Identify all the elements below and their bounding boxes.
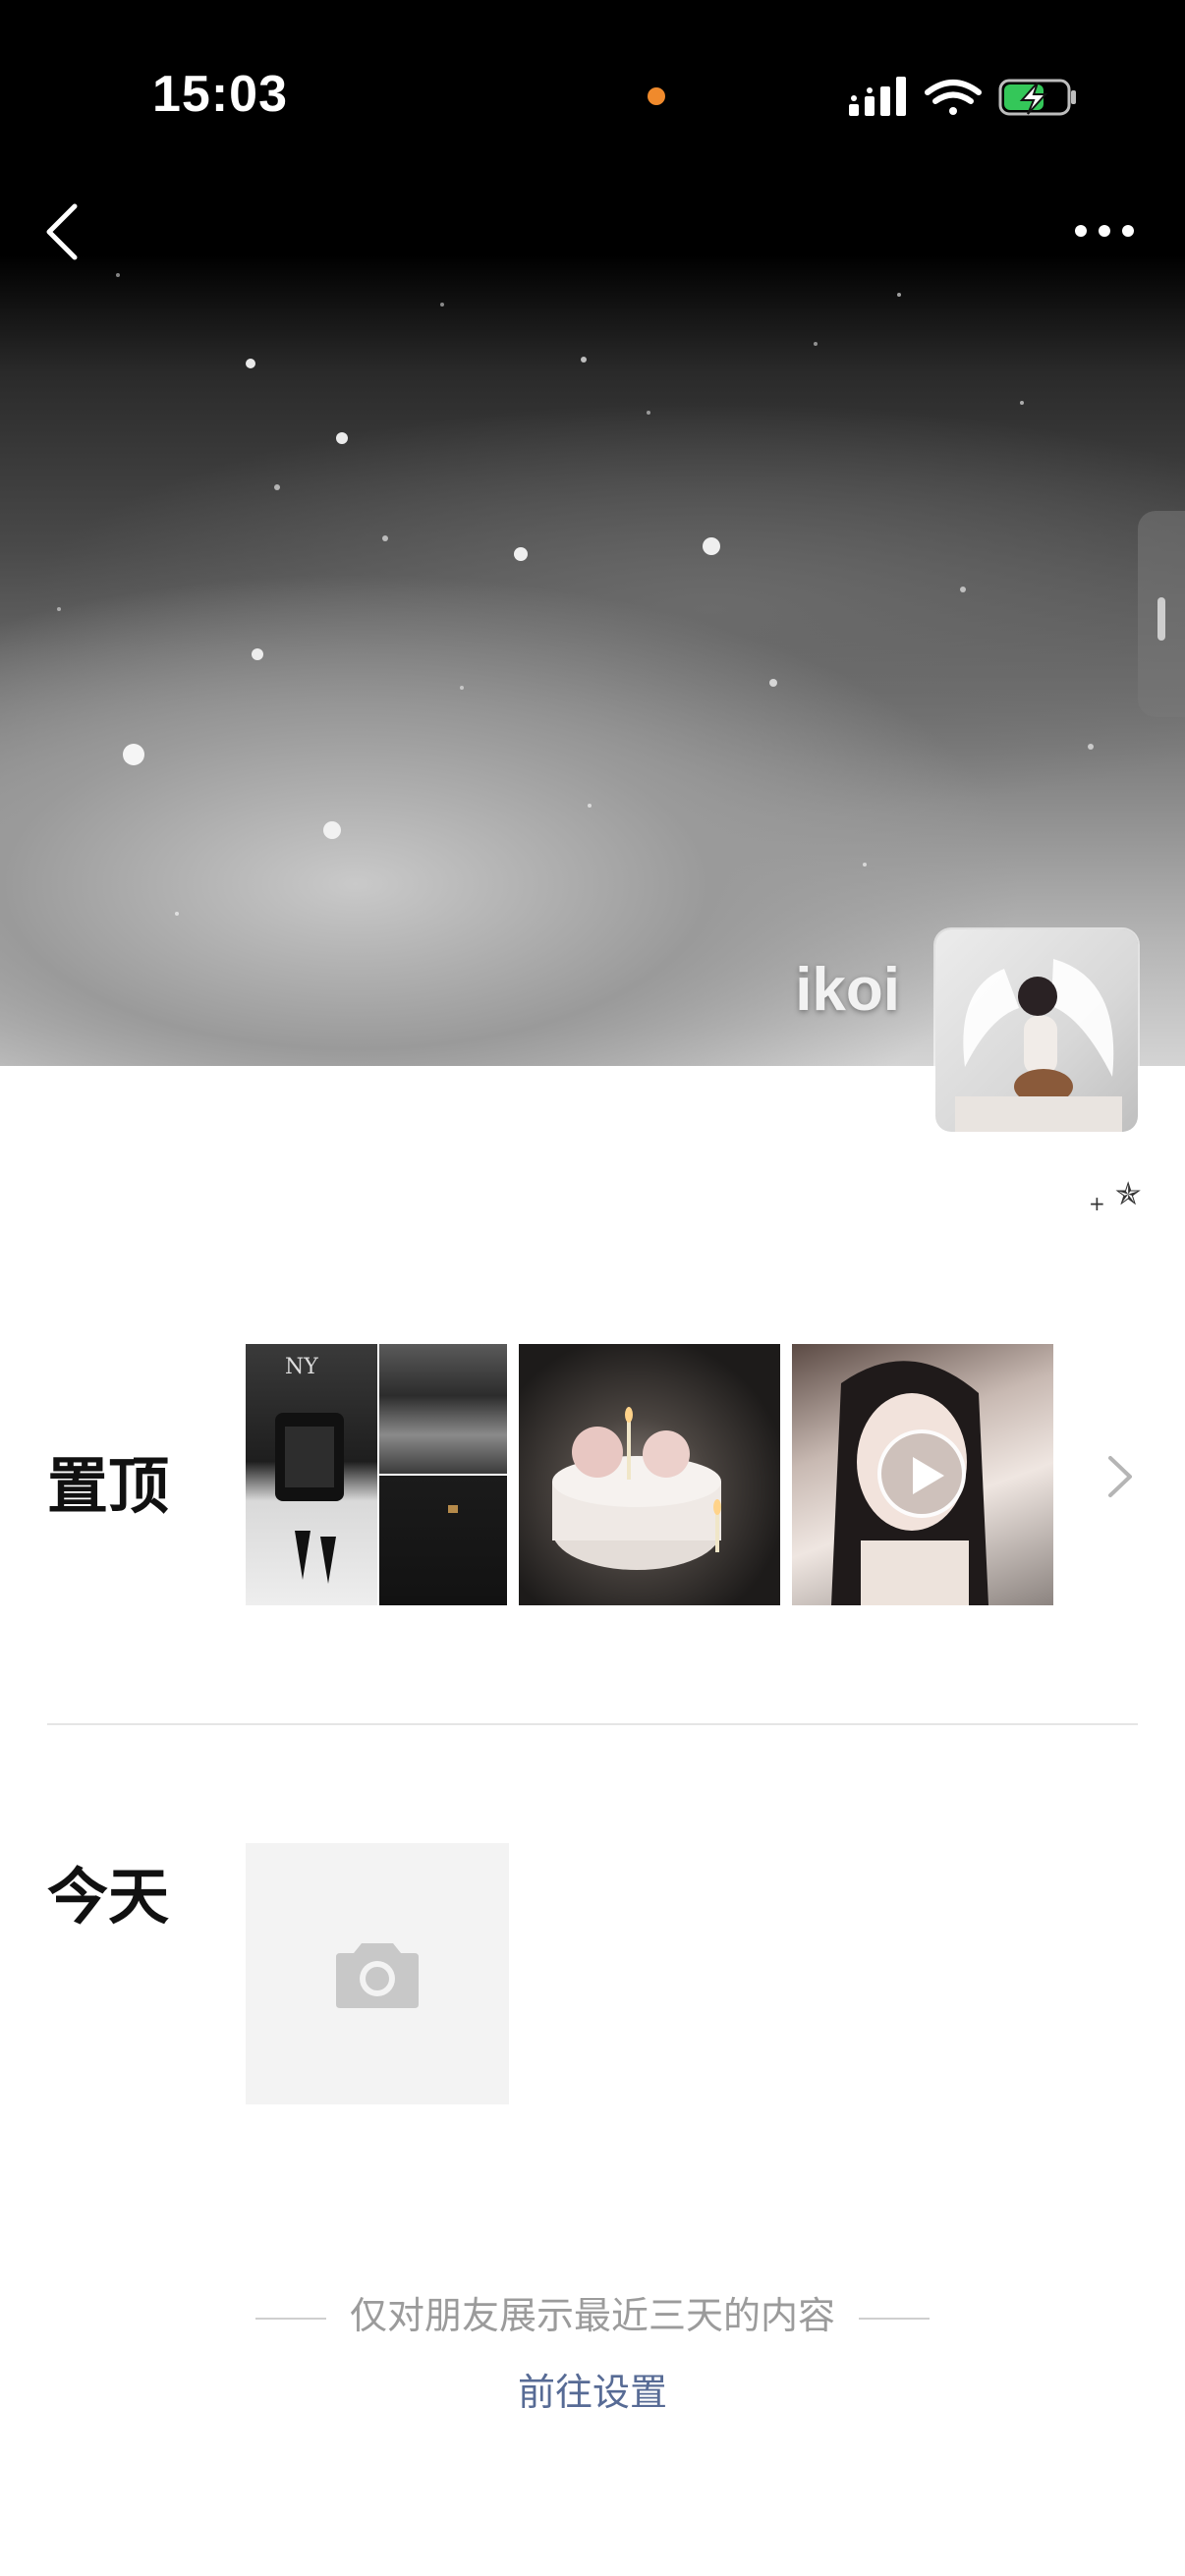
thumbnail-image <box>552 1407 721 1570</box>
wifi-icon <box>925 80 982 115</box>
battery-charging-icon <box>998 79 1076 116</box>
pinned-thumbnail-1[interactable]: NY <box>246 1344 377 1605</box>
note-line-right <box>859 2317 930 2320</box>
profile-signature: + ✯ <box>1089 1175 1142 1215</box>
section-divider <box>47 1723 1138 1725</box>
snow-overlay <box>57 273 1094 916</box>
add-moment-button[interactable] <box>246 1843 509 2104</box>
status-time: 15:03 <box>152 66 288 123</box>
status-icons <box>849 77 1076 116</box>
play-triangle <box>913 1457 944 1494</box>
chevron-right-icon[interactable] <box>1104 1452 1136 1501</box>
go-to-settings-link[interactable]: 前往设置 <box>0 2362 1185 2416</box>
camera-icon <box>336 1943 419 2008</box>
svg-text:NY: NY <box>285 1355 318 1379</box>
side-drawer-handle[interactable] <box>1138 511 1185 717</box>
avatar[interactable] <box>935 929 1138 1132</box>
chevron-left-icon[interactable] <box>35 193 94 271</box>
profile-username: ikoi <box>795 956 900 1024</box>
recording-indicator-icon <box>648 87 665 105</box>
signal-icon <box>849 77 906 116</box>
visibility-note-text: 仅对朋友展示最近三天的内容 <box>349 2294 835 2337</box>
pinned-thumbnail-3[interactable] <box>379 1476 507 1605</box>
visibility-note: 仅对朋友展示最近三天的内容 <box>0 2285 1185 2339</box>
note-line-left <box>254 2317 326 2320</box>
drawer-grip <box>1157 597 1165 641</box>
avatar-image <box>955 959 1122 1132</box>
pinned-thumbnail-2[interactable] <box>379 1344 507 1474</box>
moments-profile-screen: 15:03 ikoi + ✯ 置顶 NY 今天 仅对朋友展示最近三天的内容 前往… <box>0 0 1185 2576</box>
pinned-thumbnail-4[interactable] <box>519 1344 780 1605</box>
signature-plus: + <box>1089 1192 1105 1215</box>
more-horizontal-icon[interactable] <box>1069 206 1140 255</box>
today-label: 今天 <box>47 1861 170 1932</box>
thumbnail-image <box>448 1505 458 1513</box>
play-icon[interactable] <box>877 1429 966 1518</box>
thumbnail-image: NY <box>275 1355 344 1584</box>
cover-image[interactable] <box>0 0 1185 1066</box>
signature-star: ✯ <box>1114 1175 1142 1212</box>
pinned-label: 置顶 <box>47 1450 170 1522</box>
